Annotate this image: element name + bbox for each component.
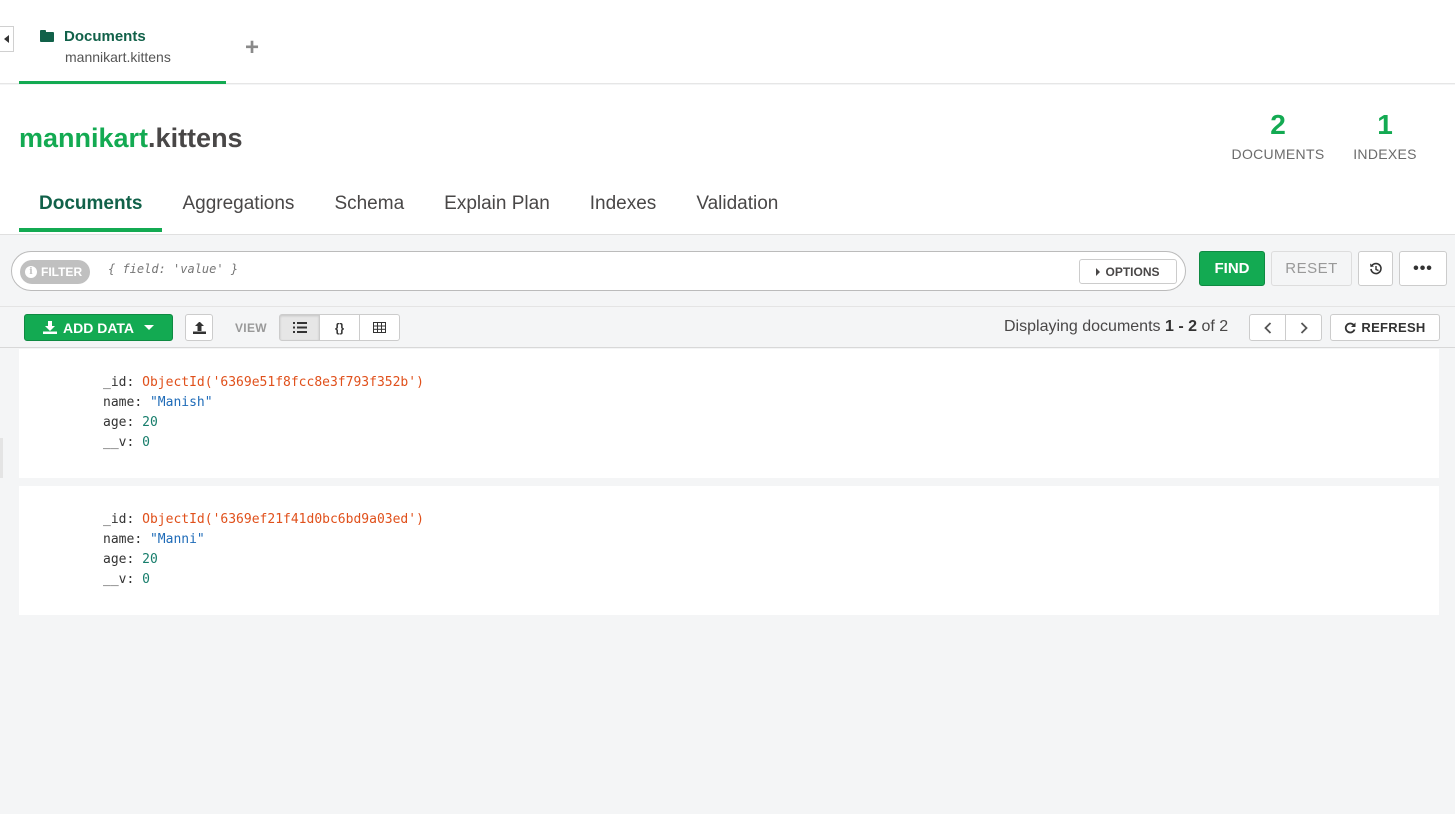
document-card[interactable]: _id: ObjectId('6369ef21f41d0bc6bd9a03ed'…: [19, 486, 1439, 615]
pagination-status: Displaying documents 1 - 2 of 2: [1004, 318, 1228, 336]
documents-stat: 2 DOCUMENTS: [1228, 109, 1328, 162]
field-value[interactable]: "Manish": [150, 395, 213, 410]
filter-input[interactable]: [108, 262, 1008, 276]
table-view-icon: [373, 322, 386, 333]
field-value[interactable]: ObjectId('6369e51f8fcc8e3f793f352b'): [142, 375, 424, 390]
folder-icon: [40, 30, 54, 42]
workspace-tab-documents[interactable]: Documents mannikart.kittens: [19, 14, 226, 84]
add-data-label: ADD DATA: [62, 319, 135, 336]
total-count: 2: [1219, 318, 1229, 335]
document-field: __v: 0: [103, 435, 150, 450]
options-label: OPTIONS: [1105, 264, 1160, 279]
tab-explain-plan[interactable]: Explain Plan: [424, 177, 570, 232]
new-tab-button[interactable]: +: [245, 34, 259, 62]
export-collection-button[interactable]: [185, 314, 213, 341]
document-field: __v: 0: [103, 572, 150, 587]
indexes-count: 1: [1377, 109, 1393, 140]
refresh-button[interactable]: REFRESH: [1330, 314, 1440, 341]
documents-toolbar: ADD DATA VIEW {} Displaying documents 1 …: [0, 306, 1455, 348]
list-view-icon: [292, 322, 307, 333]
table-view-button[interactable]: [359, 314, 400, 341]
view-label: VIEW: [235, 321, 267, 335]
collapse-sidebar-button[interactable]: [0, 26, 14, 52]
chevron-left-icon: [1263, 321, 1271, 334]
json-view-icon: {}: [334, 320, 345, 335]
filter-label-pill: i FILTER: [20, 260, 90, 284]
refresh-icon: [1345, 322, 1356, 333]
info-icon: i: [25, 266, 37, 278]
tab-documents[interactable]: Documents: [19, 177, 163, 232]
query-bar: i FILTER OPTIONS FIND RESET •••: [0, 234, 1455, 306]
workspace-tab-strip: Documents mannikart.kittens +: [0, 0, 1455, 84]
query-history-button[interactable]: [1358, 251, 1393, 286]
database-name[interactable]: mannikart: [19, 123, 148, 153]
filter-box: i FILTER OPTIONS: [11, 251, 1186, 291]
chevron-right-icon: [1300, 321, 1308, 334]
field-key: age: [103, 552, 127, 567]
collection-namespace: mannikart.kittens: [19, 123, 243, 154]
field-value[interactable]: "Manni": [150, 532, 205, 547]
previous-page-button[interactable]: [1249, 314, 1286, 341]
displaying-prefix: Displaying documents: [1004, 318, 1161, 335]
find-button[interactable]: FIND: [1199, 251, 1265, 286]
document-field: _id: ObjectId('6369ef21f41d0bc6bd9a03ed'…: [103, 512, 424, 527]
document-card[interactable]: _id: ObjectId('6369e51f8fcc8e3f793f352b'…: [19, 349, 1439, 478]
view-mode-group: {}: [279, 314, 400, 341]
refresh-label: REFRESH: [1361, 320, 1426, 335]
history-icon: [1369, 262, 1382, 274]
options-button[interactable]: OPTIONS: [1079, 259, 1177, 284]
list-view-button[interactable]: [279, 314, 320, 341]
document-field: age: 20: [103, 552, 158, 567]
tab-validation[interactable]: Validation: [676, 177, 798, 232]
document-field: _id: ObjectId('6369e51f8fcc8e3f793f352b'…: [103, 375, 424, 390]
range-separator: -: [1178, 318, 1184, 335]
document-field: age: 20: [103, 415, 158, 430]
tab-indexes[interactable]: Indexes: [570, 177, 677, 232]
document-field: name: "Manish": [103, 395, 213, 410]
tab-schema[interactable]: Schema: [314, 177, 424, 232]
range-end: 2: [1188, 318, 1198, 335]
field-value[interactable]: 0: [142, 572, 150, 587]
workspace-tab-title: Documents: [64, 28, 146, 45]
field-key: __v: [103, 572, 127, 587]
field-value[interactable]: ObjectId('6369ef21f41d0bc6bd9a03ed'): [142, 512, 424, 527]
field-value[interactable]: 20: [142, 552, 158, 567]
field-key: _id: [103, 375, 127, 390]
field-value[interactable]: 20: [142, 415, 158, 430]
caret-down-icon: [144, 325, 155, 330]
field-value[interactable]: 0: [142, 435, 150, 450]
tab-aggregations[interactable]: Aggregations: [162, 177, 314, 232]
more-options-button[interactable]: •••: [1399, 251, 1447, 286]
document-field: name: "Manni": [103, 532, 205, 547]
collection-header: mannikart.kittens 2 DOCUMENTS 1 INDEXES …: [0, 85, 1455, 234]
field-key: name: [103, 395, 135, 410]
chevron-left-icon: [4, 35, 9, 43]
export-icon: [192, 321, 206, 334]
field-key: name: [103, 532, 135, 547]
field-key: __v: [103, 435, 127, 450]
filter-label: FILTER: [41, 265, 83, 279]
collection-subtabs: Documents Aggregations Schema Explain Pl…: [19, 177, 798, 234]
add-data-button[interactable]: ADD DATA: [24, 314, 173, 341]
caret-right-icon: [1096, 267, 1101, 276]
of-text: of: [1201, 318, 1215, 335]
json-view-button[interactable]: {}: [319, 314, 360, 341]
documents-count: 2: [1270, 109, 1286, 140]
next-page-button[interactable]: [1285, 314, 1322, 341]
field-key: _id: [103, 512, 127, 527]
workspace-tab-namespace: mannikart.kittens: [65, 49, 171, 65]
range-start: 1: [1164, 318, 1174, 335]
reset-button[interactable]: RESET: [1271, 251, 1352, 286]
field-key: age: [103, 415, 127, 430]
sidebar-edge: [0, 438, 3, 478]
indexes-stat-label: INDEXES: [1353, 146, 1417, 162]
documents-stat-label: DOCUMENTS: [1231, 146, 1325, 162]
indexes-stat: 1 INDEXES: [1350, 109, 1420, 162]
download-icon: [42, 321, 57, 334]
collection-name: .kittens: [148, 123, 243, 153]
